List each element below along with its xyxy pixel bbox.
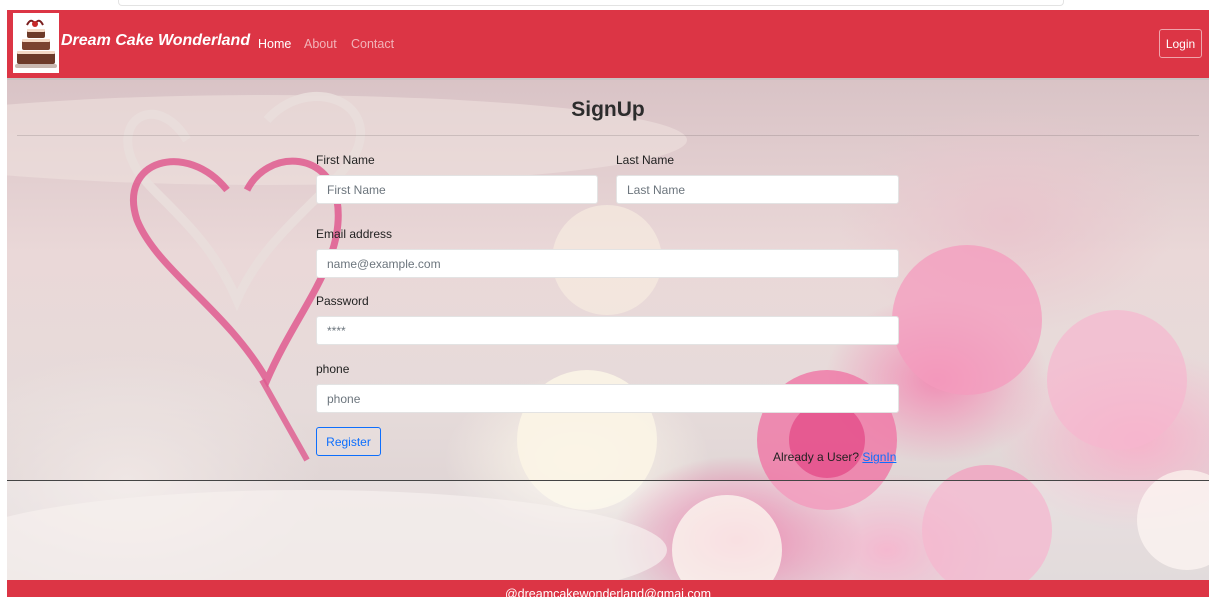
phone-label: phone (316, 362, 350, 376)
email-label: Email address (316, 227, 393, 241)
browser-address-bar-edge (118, 0, 1064, 6)
title-divider (17, 135, 1199, 136)
last-name-label: Last Name (616, 153, 675, 167)
footer: @dreamcakewonderland@gmai.com (7, 580, 1209, 597)
nav-link-contact[interactable]: Contact (351, 37, 394, 51)
form-bottom-divider (7, 480, 1209, 481)
last-name-input[interactable] (616, 175, 899, 204)
already-user-text: Already a User? SignIn (773, 450, 896, 464)
brand-name[interactable]: Dream Cake Wonderland (61, 32, 250, 50)
password-label: Password (316, 294, 369, 308)
signin-link[interactable]: SignIn (862, 450, 896, 464)
login-button[interactable]: Login (1159, 29, 1202, 58)
first-name-label: First Name (316, 153, 375, 167)
password-input[interactable] (316, 316, 899, 345)
phone-input[interactable] (316, 384, 899, 413)
register-button[interactable]: Register (316, 427, 381, 456)
signup-hero: SignUp First Name Last Name Email addres… (7, 80, 1209, 580)
already-user-label: Already a User? (773, 450, 860, 464)
cake-logo-icon (13, 13, 59, 73)
email-input[interactable] (316, 249, 899, 278)
first-name-input[interactable] (316, 175, 598, 204)
footer-email: @dreamcakewonderland@gmai.com (504, 587, 712, 597)
navbar: Dream Cake Wonderland Home About Contact… (7, 10, 1209, 80)
page-title: SignUp (571, 98, 645, 121)
browser-top-strip (0, 0, 1209, 10)
nav-link-about[interactable]: About (304, 37, 337, 51)
nav-link-home[interactable]: Home (258, 37, 291, 51)
